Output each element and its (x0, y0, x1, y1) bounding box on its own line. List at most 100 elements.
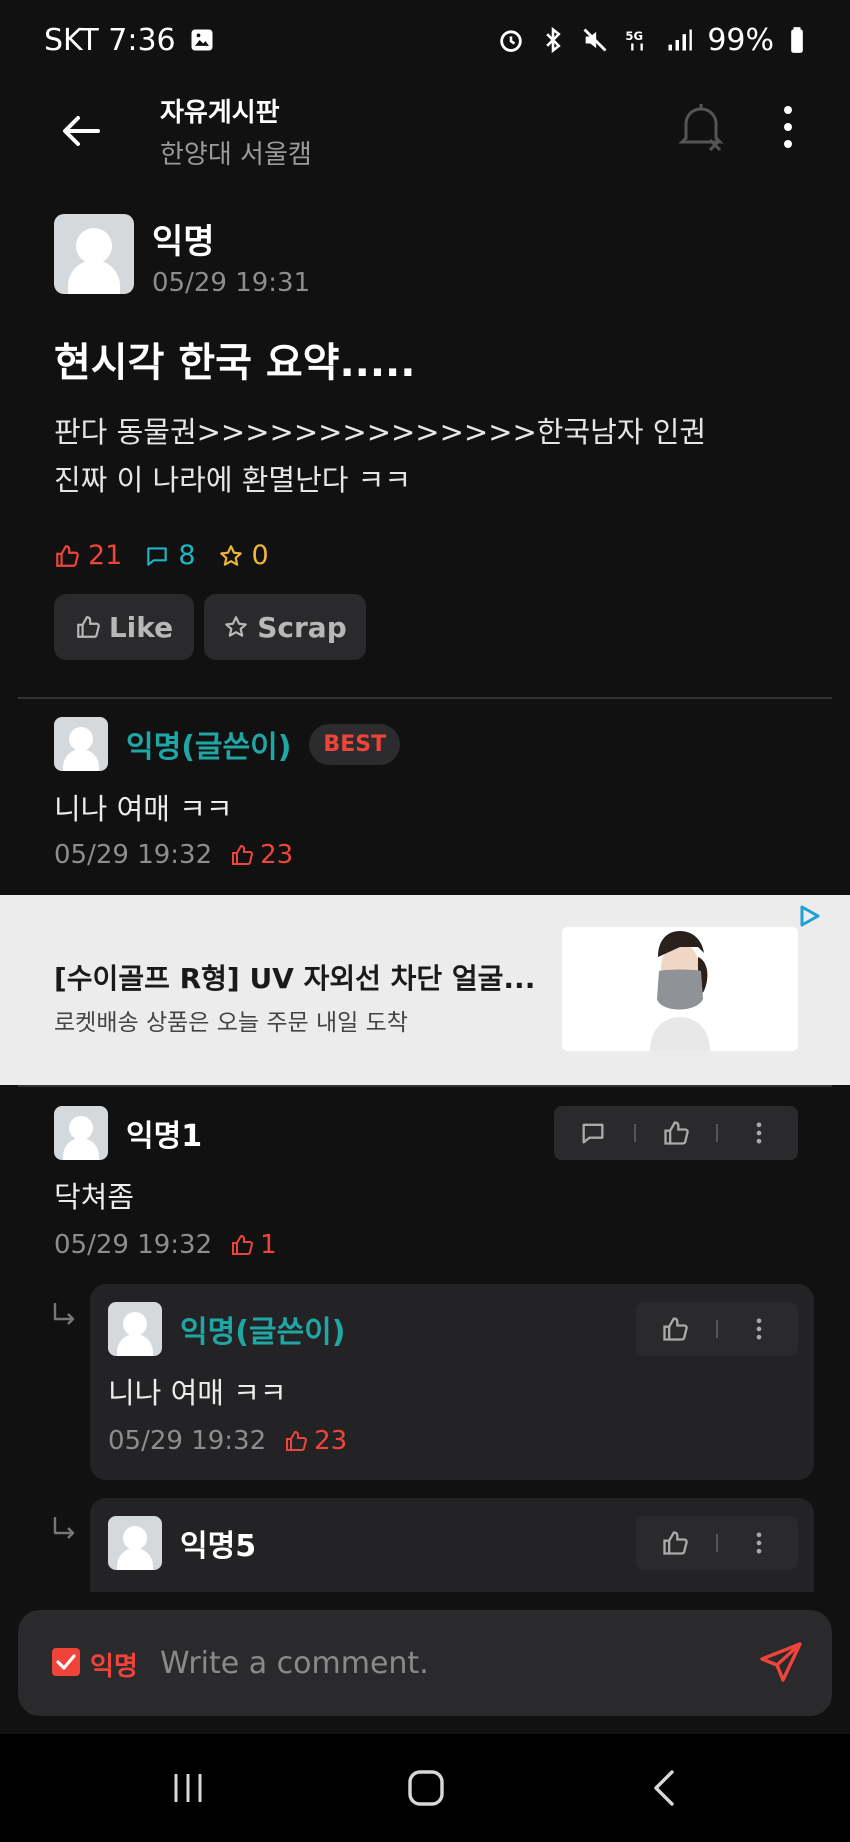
5g-icon: 5G (626, 29, 644, 51)
scrap-count: 0 (251, 540, 269, 571)
bell-off-icon[interactable] (676, 100, 726, 156)
post-stats: 21 8 0 (54, 540, 269, 571)
avatar (108, 1302, 162, 1356)
post-title: 현시각 한국 요약..... (54, 340, 416, 386)
gallery-icon (191, 29, 213, 51)
comment-likes: 23 (284, 1426, 347, 1456)
comment-meta: 05/29 19:32 23 (54, 840, 293, 870)
carrier-time: SKT 7:36 (44, 22, 176, 58)
scrap-button-label: Scrap (257, 610, 347, 644)
more-vert-icon[interactable] (745, 1529, 773, 1557)
signal-icon (668, 29, 693, 51)
comment-time: 05/29 19:32 (108, 1426, 267, 1456)
battery-percent: 99% (707, 22, 774, 58)
comment-text: 니나 여매 ㅋㅋ (108, 1376, 287, 1410)
comment-meta: 05/29 19:32 1 (54, 1230, 277, 1260)
best-comment-header: 익명(글쓴이) BEST (54, 717, 401, 771)
more-vert-icon[interactable] (745, 1119, 773, 1147)
ad-product-image (562, 927, 798, 1051)
svg-text:5G: 5G (626, 29, 644, 43)
thumbs-up-icon[interactable] (661, 1315, 689, 1343)
separator (715, 1534, 718, 1552)
post-body-line: 판다 동물권>>>>>>>>>>>>>>한국남자 인권 (54, 415, 707, 449)
home-icon[interactable] (406, 1768, 446, 1808)
face-mask-product-icon (562, 927, 798, 1051)
ad-banner[interactable]: [수이골프 R형] UV 자외선 차단 얼굴... 로켓배송 상품은 오늘 주문… (0, 895, 850, 1085)
ad-title: [수이골프 R형] UV 자외선 차단 얼굴... (54, 962, 536, 995)
comment-author: 익명1 (126, 1119, 203, 1154)
reply-icon[interactable] (579, 1119, 607, 1147)
app-header: 자유게시판 한양대 서울캠 (0, 80, 850, 190)
thumbs-up-icon (56, 544, 79, 567)
post-author-name: 익명 (152, 222, 215, 262)
alarm-icon (500, 30, 523, 52)
more-vert-icon[interactable] (770, 102, 806, 152)
post-body-line: 진짜 이 나라에 환멸난다 ㅋㅋ (54, 463, 412, 497)
check-icon (56, 1654, 76, 1670)
thumbs-up-icon (286, 1430, 308, 1451)
comment-time: 05/29 19:32 (54, 840, 213, 870)
comment-author: 익명5 (180, 1529, 257, 1564)
comment-actions (554, 1106, 798, 1160)
comment-header: 익명5 (108, 1516, 256, 1570)
back-arrow-icon[interactable] (56, 106, 106, 156)
separator (633, 1124, 636, 1142)
comment-likes: 23 (230, 840, 293, 870)
post-time: 05/29 19:31 (152, 268, 311, 298)
back-icon[interactable] (646, 1768, 686, 1808)
comment-author: 익명(글쓴이) (126, 730, 292, 765)
separator (716, 1124, 719, 1142)
comment-like-count: 23 (314, 1426, 348, 1456)
thumbs-up-icon (77, 616, 100, 638)
ad-choices-icon[interactable] (796, 903, 822, 929)
anonymous-label: 익명 (90, 1652, 138, 1682)
like-count: 21 (88, 540, 123, 571)
divider (18, 1085, 832, 1087)
reply-arrow-icon (53, 1303, 75, 1325)
send-icon[interactable] (758, 1640, 804, 1686)
comment-likes: 1 (230, 1230, 277, 1260)
bluetooth-icon (546, 26, 562, 54)
comment-author: 익명(글쓴이) (180, 1315, 346, 1350)
post-avatar (54, 214, 134, 294)
comment-like-count: 1 (260, 1230, 277, 1260)
comment-compose-bar: 익명 (18, 1610, 832, 1716)
ad-subtitle: 로켓배송 상품은 오늘 주문 내일 도착 (54, 1010, 408, 1036)
thumbs-up-icon[interactable] (661, 1529, 689, 1557)
comment-header: 익명1 (54, 1106, 202, 1160)
comment-actions (636, 1302, 798, 1356)
reply-arrow-icon (53, 1517, 75, 1539)
star-icon (225, 616, 248, 637)
comment-actions (636, 1516, 798, 1570)
thumbs-up-icon[interactable] (662, 1119, 690, 1147)
board-subtitle: 한양대 서울캠 (160, 140, 312, 170)
comment-input[interactable] (160, 1636, 720, 1690)
thumbs-up-icon (232, 844, 254, 865)
comment-icon (147, 546, 168, 566)
divider (18, 697, 832, 699)
avatar (108, 1516, 162, 1570)
recent-apps-icon[interactable] (168, 1768, 208, 1808)
comment-time: 05/29 19:32 (54, 1230, 213, 1260)
more-vert-icon[interactable] (745, 1315, 773, 1343)
scrap-button[interactable]: Scrap (204, 594, 366, 660)
avatar (54, 717, 108, 771)
comment-text: 니나 여매 ㅋㅋ (54, 792, 233, 826)
best-badge: BEST (309, 723, 401, 765)
like-button-label: Like (108, 610, 174, 644)
comment-count-stat: 8 (144, 540, 196, 571)
mute-icon (583, 28, 607, 52)
avatar (54, 1106, 108, 1160)
like-count-stat: 21 (54, 540, 122, 571)
reply-comment: 익명(글쓴이) 니나 여매 ㅋㅋ 05/29 19:32 23 (90, 1284, 814, 1480)
anonymous-checkbox[interactable] (52, 1648, 80, 1676)
like-button[interactable]: Like (54, 594, 194, 660)
comment-text: 닥쳐좀 (54, 1180, 135, 1214)
comment-header: 익명(글쓴이) (108, 1302, 345, 1356)
thumbs-up-icon (232, 1234, 254, 1255)
system-nav-bar (0, 1734, 850, 1842)
board-title: 자유게시판 (160, 98, 280, 128)
avatar (54, 214, 134, 294)
reply-comment: 익명5 (90, 1498, 814, 1592)
battery-icon (791, 27, 803, 53)
